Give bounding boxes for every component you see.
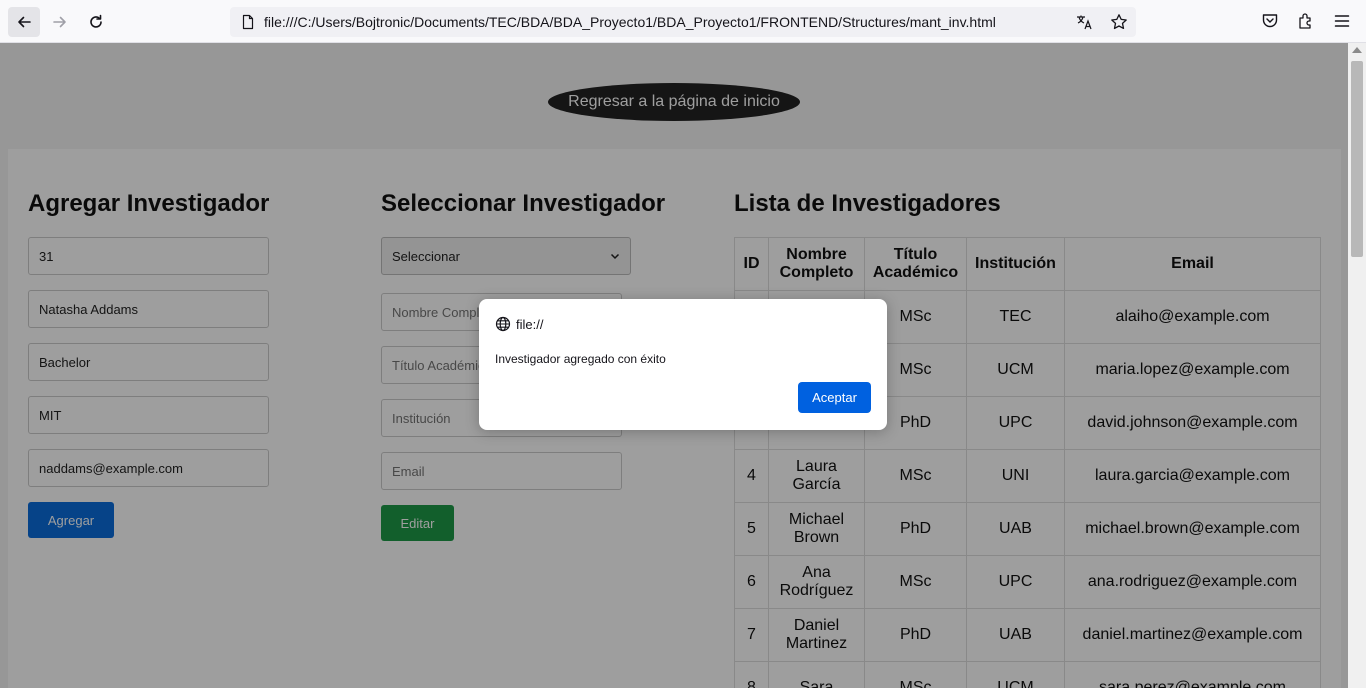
back-button[interactable] (8, 7, 40, 37)
extensions-icon[interactable] (1297, 12, 1315, 30)
forward-arrow-icon (53, 16, 66, 28)
forward-button[interactable] (44, 7, 76, 37)
scrollbar[interactable] (1348, 43, 1366, 688)
alert-dialog: file:// Investigador agregado con éxito … (479, 299, 887, 430)
back-arrow-icon (18, 16, 31, 28)
reload-icon (90, 14, 102, 28)
reload-button[interactable] (80, 7, 112, 37)
page-icon (242, 14, 254, 30)
dialog-origin-text: file:// (516, 316, 544, 332)
browser-toolbar: file:///C:/Users/Bojtronic/Documents/TEC… (0, 0, 1366, 43)
menu-icon[interactable] (1333, 12, 1351, 30)
dialog-ok-button[interactable]: Aceptar (798, 382, 871, 413)
scrollbar-thumb[interactable] (1351, 61, 1363, 257)
dialog-origin: file:// (495, 316, 543, 332)
globe-icon (495, 316, 511, 332)
dialog-message: Investigador agregado con éxito (495, 352, 666, 366)
translate-icon[interactable] (1076, 14, 1092, 30)
url-bar[interactable]: file:///C:/Users/Bojtronic/Documents/TEC… (230, 7, 1136, 37)
url-text: file:///C:/Users/Bojtronic/Documents/TEC… (264, 14, 996, 30)
pocket-icon[interactable] (1261, 12, 1279, 30)
star-icon[interactable] (1110, 13, 1128, 31)
scroll-up-arrow-icon[interactable] (1352, 47, 1362, 53)
